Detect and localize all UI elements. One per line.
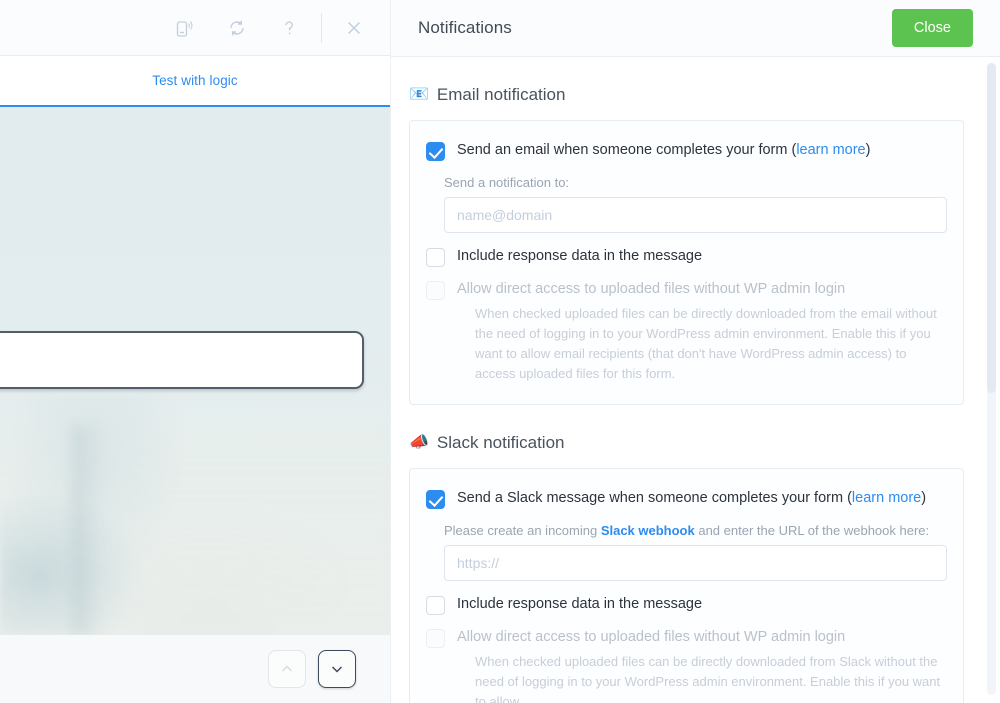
scrollbar-thumb[interactable]	[987, 63, 996, 393]
slack-include-response-checkbox[interactable]	[426, 596, 445, 615]
mobile-preview-icon[interactable]	[159, 8, 211, 48]
email-enable-row[interactable]: Send an email when someone completes you…	[426, 141, 947, 161]
section-title-email: 📧 Email notification	[409, 57, 964, 120]
envelope-icon: 📧	[409, 86, 429, 103]
slack-enable-text-before: Send a Slack message when someone comple…	[457, 490, 852, 506]
form-preview-canvas	[0, 107, 390, 635]
help-icon[interactable]	[263, 8, 315, 48]
preview-toolbar	[0, 0, 390, 56]
slack-allow-direct-checkbox	[426, 629, 445, 648]
email-enable-checkbox[interactable]	[426, 142, 445, 161]
form-preview-pane: Test with logic	[0, 0, 390, 703]
email-allow-direct-row: Allow direct access to uploaded files wi…	[426, 280, 947, 300]
section-email-notification: 📧 Email notification Send an email when …	[409, 57, 964, 405]
section-heading-text: Slack notification	[436, 433, 565, 452]
slack-webhook-link[interactable]: Slack webhook	[601, 523, 695, 538]
slack-allow-direct-row: Allow direct access to uploaded files wi…	[426, 628, 947, 648]
panel-scroll-area[interactable]: 📧 Email notification Send an email when …	[391, 57, 1000, 703]
email-include-response-label: Include response data in the message	[457, 248, 703, 264]
slack-allow-direct-label: Allow direct access to uploaded files wi…	[457, 629, 846, 645]
email-enable-text-before: Send an email when someone completes you…	[457, 142, 797, 158]
megaphone-icon: 📣	[409, 434, 429, 451]
preview-background-photo-edge	[72, 425, 102, 635]
slack-include-response-row[interactable]: Include response data in the message	[426, 595, 947, 615]
email-include-response-row[interactable]: Include response data in the message	[426, 247, 947, 267]
slack-notification-card: Send a Slack message when someone comple…	[409, 468, 964, 703]
toolbar-divider	[321, 12, 322, 43]
preview-background-photo	[0, 395, 390, 635]
next-question-button[interactable]	[318, 650, 356, 688]
panel-header: Notifications Close	[391, 0, 1000, 57]
notifications-screen: Test with logic Notifications Close 📧 Em…	[0, 0, 1000, 703]
slack-field-label-after: and enter the URL of the webhook here:	[694, 523, 930, 538]
email-field-label: Send a notification to:	[444, 175, 570, 190]
email-learn-more-link[interactable]: learn more	[796, 142, 865, 158]
slack-learn-more-link[interactable]: learn more	[852, 490, 921, 506]
slack-enable-checkbox[interactable]	[426, 490, 445, 509]
preview-navigation	[0, 635, 390, 703]
section-title-slack: 📣 Slack notification	[409, 405, 964, 468]
slack-enable-row[interactable]: Send a Slack message when someone comple…	[426, 489, 947, 509]
close-icon[interactable]	[328, 8, 380, 48]
page-title: Notifications	[418, 18, 512, 37]
slack-allow-direct-help: When checked uploaded files can be direc…	[475, 654, 941, 703]
tab-test-with-logic[interactable]: Test with logic	[144, 73, 246, 88]
slack-webhook-input[interactable]	[444, 545, 947, 581]
email-include-response-checkbox[interactable]	[426, 248, 445, 267]
slack-include-response-label: Include response data in the message	[457, 596, 703, 612]
slack-enable-text-after: )	[921, 490, 927, 506]
slack-field-label: Please create an incoming Slack webhook …	[426, 509, 947, 545]
section-heading-text: Email notification	[436, 85, 566, 104]
slack-field-label-before: Please create an incoming	[444, 523, 601, 538]
email-enable-text-after: )	[865, 142, 871, 158]
section-slack-notification: 📣 Slack notification Send a Slack messag…	[409, 405, 964, 703]
email-allow-direct-checkbox	[426, 281, 445, 300]
preview-tabs: Test with logic	[0, 56, 390, 107]
close-button[interactable]: Close	[891, 9, 973, 47]
email-recipient-input[interactable]	[444, 197, 947, 233]
email-allow-direct-help: When checked uploaded files can be direc…	[475, 306, 937, 381]
refresh-icon[interactable]	[211, 8, 263, 48]
preview-answer-input[interactable]	[0, 331, 364, 389]
previous-question-button[interactable]	[268, 650, 306, 688]
email-enable-label: Send an email when someone completes you…	[457, 141, 870, 160]
email-notification-card: Send an email when someone completes you…	[409, 120, 964, 405]
email-allow-direct-label: Allow direct access to uploaded files wi…	[457, 281, 846, 297]
notifications-panel: Notifications Close 📧 Email notification…	[390, 0, 1000, 703]
slack-enable-label: Send a Slack message when someone comple…	[457, 489, 926, 508]
